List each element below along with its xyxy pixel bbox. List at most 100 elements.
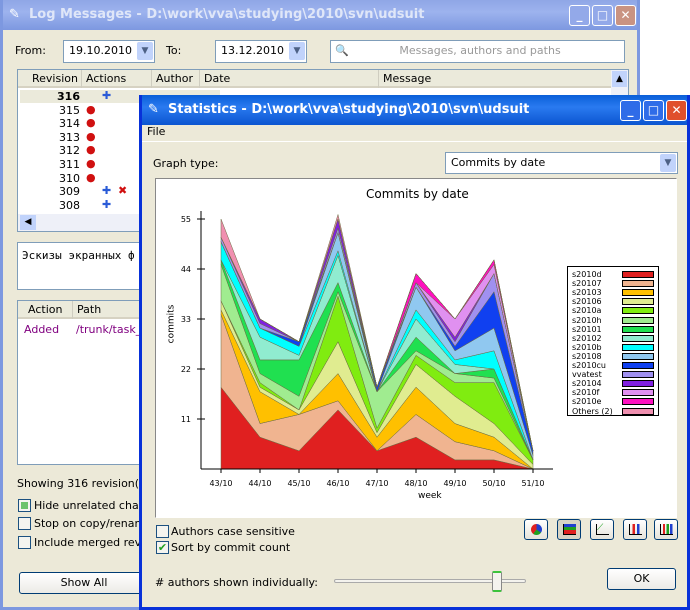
stop-on-copy-label: Stop on copy/rename [34, 517, 152, 530]
stacked-bar-button[interactable] [623, 519, 647, 540]
legend-item: s20101 [572, 325, 656, 334]
bar-chart-button[interactable] [654, 519, 678, 540]
pie-chart-button[interactable] [524, 519, 548, 540]
x-tick-label: 43/10 [209, 479, 232, 488]
paths-header: Action Path [18, 301, 156, 319]
legend-swatch [622, 280, 654, 288]
x-axis-label: week [418, 491, 442, 501]
legend-item: s2010a [572, 306, 656, 315]
modified-icon: ● [86, 143, 96, 157]
y-axis-label: commits [166, 304, 177, 344]
stats-title-bar[interactable]: ✎ Statistics - D:\work\vva\studying\2010… [142, 95, 687, 125]
line-chart-icon: ⟋ [596, 524, 609, 535]
stop-on-copy-checkbox[interactable] [18, 517, 31, 530]
x-tick-label: 44/10 [248, 479, 271, 488]
from-label: From: [15, 44, 46, 57]
modified-icon: ● [86, 170, 96, 184]
search-placeholder: Messages, authors and paths [399, 44, 561, 57]
legend-item: s2010d [572, 270, 656, 279]
legend-swatch [622, 352, 654, 360]
path-value: /trunk/task_0 [76, 323, 149, 336]
menu-file[interactable]: File [147, 125, 165, 138]
legend-item: s20102 [572, 334, 656, 343]
line-chart-button[interactable]: ⟋ [590, 519, 614, 540]
legend-item: s2010h [572, 316, 656, 325]
scroll-left-icon[interactable]: ◀ [20, 215, 36, 230]
revision-number: 309 [59, 185, 80, 199]
search-input[interactable]: 🔍 Messages, authors and paths [330, 40, 625, 63]
minimize-button[interactable]: _ [569, 5, 590, 26]
modified-icon: ● [86, 116, 96, 130]
maximize-button[interactable]: □ [643, 100, 664, 121]
x-tick-label: 50/10 [482, 479, 505, 488]
column-revision[interactable]: Revision [28, 70, 78, 88]
message-box[interactable]: Эскизы экранных ф [17, 242, 157, 290]
revision-list-header: Revision Actions Author Date Message [18, 70, 628, 88]
legend-label: vvatest [572, 370, 602, 380]
chevron-down-icon[interactable]: ▼ [660, 154, 676, 172]
y-tick-label: 33 [181, 315, 191, 324]
modified-icon: ● [86, 129, 96, 143]
legend-swatch [622, 362, 654, 369]
show-all-button[interactable]: Show All [19, 572, 149, 594]
revision-number: 312 [59, 144, 80, 158]
minimize-button[interactable]: _ [620, 100, 641, 121]
legend-label: s2010e [572, 397, 602, 407]
x-tick-label: 45/10 [287, 479, 310, 488]
x-tick-label: 46/10 [326, 479, 349, 488]
hide-unrelated-checkbox[interactable] [18, 499, 31, 512]
chevron-down-icon[interactable]: ▼ [137, 42, 153, 60]
y-tick-label: 55 [181, 215, 191, 224]
revision-number: 315 [59, 103, 80, 117]
column-date[interactable]: Date [199, 70, 230, 88]
close-button[interactable]: ✕ [615, 5, 636, 26]
graph-type-select[interactable]: Commits by date ▼ [445, 152, 678, 174]
chevron-down-icon[interactable]: ▼ [289, 42, 305, 60]
y-tick-label: 11 [181, 415, 191, 424]
column-message[interactable]: Message [378, 70, 431, 88]
message-text: Эскизы экранных ф [22, 249, 135, 262]
legend-label: s20107 [572, 279, 602, 289]
legend-label: s2010a [572, 306, 602, 316]
legend-label: s20108 [572, 351, 602, 361]
legend-swatch [622, 407, 654, 415]
legend-item: s20104 [572, 379, 656, 388]
from-date-picker[interactable]: 19.10.2010 ▼ [63, 40, 155, 63]
column-path[interactable]: Path [72, 301, 101, 319]
legend-item: s20103 [572, 288, 656, 297]
legend-label: s20103 [572, 288, 602, 298]
column-actions[interactable]: Actions [81, 70, 126, 88]
to-date-picker[interactable]: 13.12.2010 ▼ [215, 40, 307, 63]
changed-paths-list[interactable]: Action Path Added /trunk/task_0 [17, 300, 157, 465]
path-action: Added [24, 323, 60, 336]
legend-swatch [622, 325, 654, 333]
legend-swatch [622, 289, 654, 297]
legend-swatch [622, 389, 654, 397]
column-author[interactable]: Author [151, 70, 193, 88]
authors-slider-thumb[interactable] [492, 571, 503, 592]
sort-by-commit-count-checkbox[interactable]: ✔ [156, 541, 169, 554]
log-title-bar[interactable]: ✎ Log Messages - D:\work\vva\studying\20… [3, 0, 637, 30]
revision-number: 316 [57, 90, 80, 103]
stats-window-title: Statistics - D:\work\vva\studying\2010\s… [168, 102, 530, 117]
ok-button[interactable]: OK [607, 568, 676, 590]
close-button[interactable]: ✕ [666, 100, 687, 121]
legend-item: s20107 [572, 279, 656, 288]
chart-panel: 11 22 33 44 55 43/10 44/10 45/10 46/10 47/10 48/10… [155, 178, 677, 518]
legend-label: s2010b [572, 342, 602, 352]
maximize-button[interactable]: □ [592, 5, 613, 26]
column-action[interactable]: Action [24, 301, 62, 319]
sort-by-commit-count-label: Sort by commit count [171, 541, 291, 554]
authors-case-sensitive-checkbox[interactable] [156, 525, 169, 538]
stacked-area-button[interactable] [557, 519, 581, 540]
search-icon[interactable]: 🔍 [335, 41, 349, 61]
to-date-value: 13.12.2010 [221, 44, 284, 57]
path-row[interactable]: Added /trunk/task_0 [24, 323, 148, 336]
scroll-up-icon[interactable]: ▲ [612, 71, 627, 87]
legend-item: s20108 [572, 352, 656, 361]
revision-number: 308 [59, 198, 80, 212]
stacked-area-icon [563, 524, 576, 535]
include-merged-checkbox[interactable] [18, 536, 31, 549]
legend-label: s2010cu [572, 361, 606, 370]
legend-swatch [622, 316, 654, 324]
